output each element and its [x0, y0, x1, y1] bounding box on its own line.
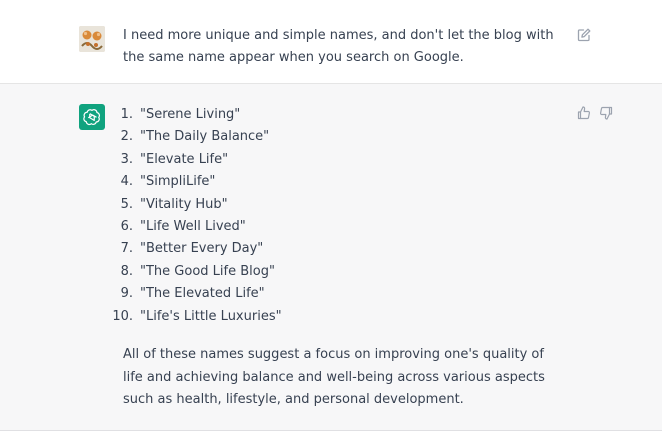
list-item: 6. "Life Well Lived": [103, 216, 282, 238]
list-item-name: "SimpliLife": [140, 174, 216, 190]
list-item: 8. "The Good Life Blog": [103, 261, 282, 283]
list-item-number: 2.: [120, 129, 133, 145]
openai-logo-icon: [79, 104, 105, 130]
list-item: 9. "The Elevated Life": [103, 283, 282, 305]
thumbs-down-icon[interactable]: [598, 105, 614, 121]
assistant-summary-text: All of these names suggest a focus on im…: [123, 347, 545, 407]
list-item-number: 8.: [120, 263, 133, 279]
list-item-number: 3.: [120, 151, 133, 167]
list-item-number: 5.: [120, 196, 133, 212]
list-item-name: "Serene Living": [140, 107, 241, 122]
list-item-number: 10.: [112, 308, 133, 324]
list-item-name: "Life Well Lived": [140, 218, 246, 234]
list-item-name: "Better Every Day": [140, 241, 264, 257]
list-item: 3. "Elevate Life": [103, 149, 282, 171]
list-item-number: 4.: [120, 174, 133, 190]
user-message-row: I need more unique and simple names, and…: [0, 0, 662, 84]
edit-icon[interactable]: [576, 27, 592, 43]
list-item-number: 1.: [120, 107, 133, 122]
list-item-name: "Elevate Life": [140, 151, 229, 167]
list-item-number: 9.: [120, 286, 133, 302]
thumbs-up-icon[interactable]: [576, 105, 592, 121]
list-item-name: "The Elevated Life": [140, 286, 265, 302]
list-item: 10. "Life's Little Luxuries": [103, 306, 282, 328]
list-item-name: "Vitality Hub": [140, 196, 228, 212]
user-avatar: [79, 26, 105, 52]
list-item: 5. "Vitality Hub": [103, 194, 282, 216]
list-item-name: "The Good Life Blog": [140, 263, 275, 279]
list-item: 1. "Serene Living": [103, 104, 282, 126]
list-item-name: "The Daily Balance": [140, 129, 270, 145]
user-message-text: I need more unique and simple names, and…: [123, 28, 554, 65]
blog-name-list: 1. "Serene Living" 2. "The Daily Balance" …: [103, 104, 282, 328]
list-item: 2. "The Daily Balance": [103, 126, 282, 148]
list-item-name: "Life's Little Luxuries": [140, 308, 282, 324]
list-item-number: 7.: [120, 241, 133, 257]
list-item: 4. "SimpliLife": [103, 171, 282, 193]
list-item: 7. "Better Every Day": [103, 238, 282, 260]
list-item-number: 6.: [120, 218, 133, 234]
